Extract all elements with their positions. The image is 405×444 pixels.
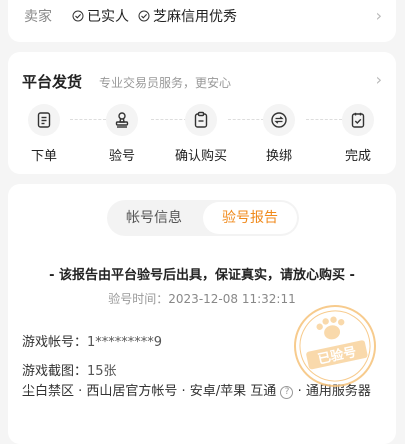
step-verify: 验号 <box>92 104 152 164</box>
seller-label: 卖家 <box>24 9 52 25</box>
verify-stamp-icon <box>115 112 129 128</box>
tab-verify-report[interactable]: 验号报告 <box>203 202 297 234</box>
chevron-right-icon[interactable]: › <box>376 70 382 89</box>
step-order: 下单 <box>14 104 74 164</box>
verified-stamp-icon: 已验号 <box>294 305 376 387</box>
order-icon <box>37 112 51 128</box>
step-label: 换绑 <box>265 149 292 164</box>
game-account-row: 游戏帐号：1*********9 <box>22 331 162 350</box>
report-tabs: 帐号信息 验号报告 <box>107 200 299 236</box>
report-guarantee-note: - 该报告由平台验号后出具，保证真实，请放心购买 - <box>49 268 355 283</box>
tab-account-info[interactable]: 帐号信息 <box>107 200 201 236</box>
step-done: 完成 <box>328 104 388 164</box>
platform-subtitle: 专业交易员服务，更安心 <box>99 76 232 90</box>
description-text: 尘白禁区 · 西山居官方帐号 · 安卓/苹果 互通 <box>22 384 277 399</box>
verified-badge-label: 已实人 <box>87 9 129 25</box>
check-circle-icon <box>72 10 84 22</box>
swap-icon <box>271 112 287 128</box>
platform-title: 平台发货 <box>22 73 83 91</box>
step-label: 确认购买 <box>174 149 227 164</box>
credit-badge-label: 芝麻信用优秀 <box>153 9 237 25</box>
seller-card[interactable]: 卖家 已实人 芝麻信用优秀 › <box>8 0 396 42</box>
chevron-right-icon[interactable]: › <box>376 6 382 25</box>
verify-time-value: 2023-12-08 11:32:11 <box>168 292 296 306</box>
step-label: 下单 <box>30 149 57 164</box>
game-screenshots-label: 游戏截图： <box>22 364 88 379</box>
game-screenshots-value: 15张 <box>87 364 117 379</box>
done-icon <box>351 112 365 128</box>
game-account-value: 1*********9 <box>87 335 163 350</box>
verified-badge: 已实人 <box>72 6 129 26</box>
clipboard-icon <box>194 111 208 128</box>
step-confirm-purchase: 确认购买 <box>171 104 231 164</box>
game-account-label: 游戏帐号： <box>22 335 88 350</box>
step-rebind: 换绑 <box>249 104 309 164</box>
platform-delivery-card: 平台发货 专业交易员服务，更安心 › 下单 验号 确认购买 换绑 完成 <box>8 52 396 174</box>
step-label: 验号 <box>108 149 135 164</box>
verification-report-card: 帐号信息 验号报告 - 该报告由平台验号后出具，保证真实，请放心购买 - 验号时… <box>8 184 396 444</box>
game-screenshots-row[interactable]: 游戏截图：15张 <box>22 360 117 379</box>
check-circle-icon <box>138 10 150 22</box>
step-label: 完成 <box>344 149 371 164</box>
credit-badge: 芝麻信用优秀 <box>138 6 237 26</box>
verify-time-label: 验号时间： <box>108 292 169 306</box>
